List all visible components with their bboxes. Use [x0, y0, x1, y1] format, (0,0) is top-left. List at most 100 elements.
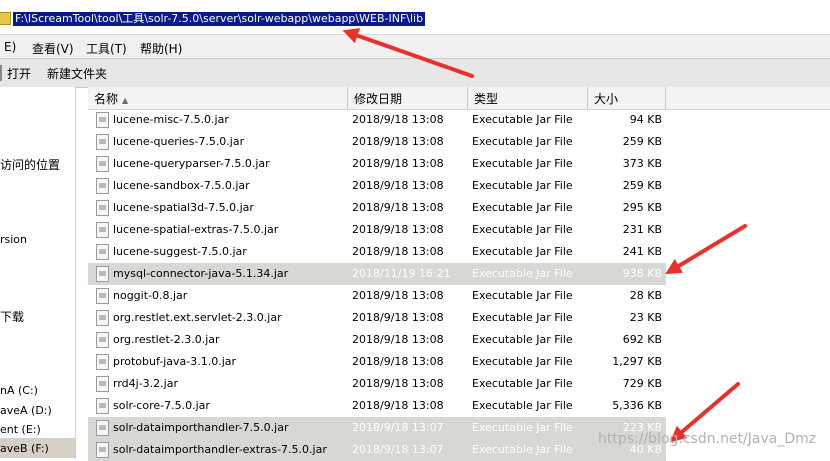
file-name: solr-dataimporthandler-extras-7.5.0.jar	[113, 443, 327, 456]
file-size: 692 KB	[622, 333, 662, 346]
file-row[interactable]: solr-dataimporthandler-extras-7.5.0.jar 2…	[88, 439, 666, 461]
file-type: Executable Jar File	[472, 201, 573, 214]
file-row[interactable]: lucene-spatial3d-7.5.0.jar 2018/9/18 13:0…	[88, 197, 666, 219]
file-row[interactable]: lucene-sandbox-7.5.0.jar 2018/9/18 13:08 E…	[88, 175, 666, 197]
address-bar[interactable]: F:\IScreamTool\tool\工具\solr-7.5.0\server…	[0, 0, 830, 34]
file-size: 295 KB	[622, 201, 662, 214]
jar-file-icon	[96, 178, 109, 194]
file-size: 231 KB	[622, 223, 662, 236]
file-row[interactable]: lucene-misc-7.5.0.jar 2018/9/18 13:08 Exec…	[88, 109, 666, 131]
file-row[interactable]: lucene-queryparser-7.5.0.jar 2018/9/18 13…	[88, 153, 666, 175]
file-size: 23 KB	[629, 311, 662, 324]
file-type: Executable Jar File	[472, 355, 573, 368]
file-row[interactable]: lucene-queries-7.5.0.jar 2018/9/18 13:08 E…	[88, 131, 666, 153]
address-path[interactable]: F:\IScreamTool\tool\工具\solr-7.5.0\server…	[13, 12, 426, 26]
file-name: mysql-connector-java-5.1.34.jar	[113, 267, 289, 280]
nav-item-version[interactable]: rsion	[0, 233, 27, 246]
jar-file-icon	[96, 200, 109, 216]
nav-item-drive-f[interactable]: aveB (F:)	[0, 438, 75, 458]
file-row[interactable]: org.restlet.ext.servlet-2.3.0.jar 2018/9/…	[88, 307, 666, 329]
column-header-modified[interactable]: 修改日期	[348, 87, 468, 109]
watermark: https://blog.csdn.net/Java_Dmz	[598, 431, 817, 447]
menu-bar: E) 查看(V) 工具(T) 帮助(H)	[0, 34, 830, 59]
file-modified: 2018/11/19 16:21	[352, 267, 451, 280]
file-row[interactable]: solr-dataimporthandler-7.5.0.jar 2018/9/1…	[88, 417, 666, 439]
file-name: lucene-suggest-7.5.0.jar	[113, 245, 247, 258]
file-row[interactable]: mysql-connector-java-5.1.34.jar 2018/11/1…	[88, 263, 666, 285]
sort-ascending-icon: ▲	[122, 96, 129, 105]
file-size: 28 KB	[629, 289, 662, 302]
jar-file-icon	[96, 354, 109, 370]
file-type: Executable Jar File	[472, 135, 573, 148]
file-size: 1,297 KB	[612, 355, 662, 368]
jar-file-icon	[96, 376, 109, 392]
file-size: 729 KB	[622, 377, 662, 390]
file-modified: 2018/9/18 13:08	[352, 355, 444, 368]
file-modified: 2018/9/18 13:08	[352, 311, 444, 324]
menu-edit[interactable]: E)	[4, 40, 16, 54]
arrow-to-mysql-jar-icon	[665, 224, 747, 275]
file-row[interactable]: noggit-0.8.jar 2018/9/18 13:08 Executable …	[88, 285, 666, 307]
nav-item-drive-c[interactable]: nA (C:)	[0, 384, 38, 397]
jar-file-icon	[96, 134, 109, 150]
file-type: Executable Jar File	[472, 289, 573, 302]
file-name: org.restlet-2.3.0.jar	[113, 333, 220, 346]
file-name: noggit-0.8.jar	[113, 289, 188, 302]
file-type: Executable Jar File	[472, 399, 573, 412]
file-row[interactable]: lucene-spatial-extras-7.5.0.jar 2018/9/18…	[88, 219, 666, 241]
file-type: Executable Jar File	[472, 245, 573, 258]
file-name: protobuf-java-3.1.0.jar	[113, 355, 237, 368]
jar-file-icon	[96, 442, 109, 458]
column-header-size-label: 大小	[594, 92, 619, 106]
column-header-size[interactable]: 大小	[588, 87, 666, 109]
menu-help[interactable]: 帮助(H)	[140, 40, 182, 57]
file-type: Executable Jar File	[472, 377, 573, 390]
file-row[interactable]: org.restlet-2.3.0.jar 2018/9/18 13:08 Exec…	[88, 329, 666, 351]
jar-file-icon	[96, 244, 109, 260]
file-row[interactable]: protobuf-java-3.1.0.jar 2018/9/18 13:08 Ex…	[88, 351, 666, 373]
file-size: 259 KB	[622, 179, 662, 192]
file-type: Executable Jar File	[472, 333, 573, 346]
column-header-name-label: 名称	[94, 92, 119, 106]
file-type: Executable Jar File	[472, 179, 573, 192]
nav-item-recent-places[interactable]: 访问的位置	[0, 156, 60, 173]
nav-item-drive-e[interactable]: ent (E:)	[0, 423, 41, 436]
nav-item-drive-d[interactable]: aveA (D:)	[0, 404, 52, 417]
folder-icon	[0, 12, 11, 25]
jar-file-icon	[96, 112, 109, 128]
file-size: 241 KB	[622, 245, 662, 258]
file-row[interactable]: solr-core-7.5.0.jar 2018/9/18 13:08 Execut…	[88, 395, 666, 417]
file-name: lucene-misc-7.5.0.jar	[113, 113, 229, 126]
file-type: Executable Jar File	[472, 443, 573, 456]
file-modified: 2018/9/18 13:08	[352, 201, 444, 214]
nav-item-download[interactable]: 下载	[0, 308, 24, 325]
column-header-type[interactable]: 类型	[468, 87, 588, 109]
file-modified: 2018/9/18 13:08	[352, 289, 444, 302]
file-type: Executable Jar File	[472, 311, 573, 324]
jar-file-icon	[96, 156, 109, 172]
open-button[interactable]: 打开	[7, 65, 31, 82]
jar-file-icon	[96, 288, 109, 304]
file-size: 373 KB	[622, 157, 662, 170]
file-modified: 2018/9/18 13:08	[352, 333, 444, 346]
file-modified: 2018/9/18 13:08	[352, 245, 444, 258]
file-modified: 2018/9/18 13:08	[352, 223, 444, 236]
file-name: lucene-spatial3d-7.5.0.jar	[113, 201, 254, 214]
navigation-pane: 访问的位置 rsion 下载 nA (C:) aveA (D:) ent (E:…	[0, 87, 76, 459]
file-modified: 2018/9/18 13:08	[352, 113, 444, 126]
file-size: 5,336 KB	[612, 399, 662, 412]
column-header-type-label: 类型	[474, 92, 499, 106]
new-folder-button[interactable]: 新建文件夹	[47, 65, 107, 82]
menu-tools[interactable]: 工具(T)	[86, 40, 127, 57]
file-name: lucene-spatial-extras-7.5.0.jar	[113, 223, 279, 236]
menu-view[interactable]: 查看(V)	[32, 40, 74, 57]
file-modified: 2018/9/18 13:08	[352, 377, 444, 390]
file-name: lucene-sandbox-7.5.0.jar	[113, 179, 250, 192]
file-row[interactable]: rrd4j-3.2.jar 2018/9/18 13:08 Executable J…	[88, 373, 666, 395]
file-size: 259 KB	[622, 135, 662, 148]
file-name: org.restlet.ext.servlet-2.3.0.jar	[113, 311, 282, 324]
column-header-name[interactable]: 名称 ▲	[88, 87, 348, 109]
file-size: 94 KB	[629, 113, 662, 126]
file-row[interactable]: lucene-suggest-7.5.0.jar 2018/9/18 13:08 E…	[88, 241, 666, 263]
nav-item-drive-f-label: aveB (F:)	[0, 442, 49, 455]
